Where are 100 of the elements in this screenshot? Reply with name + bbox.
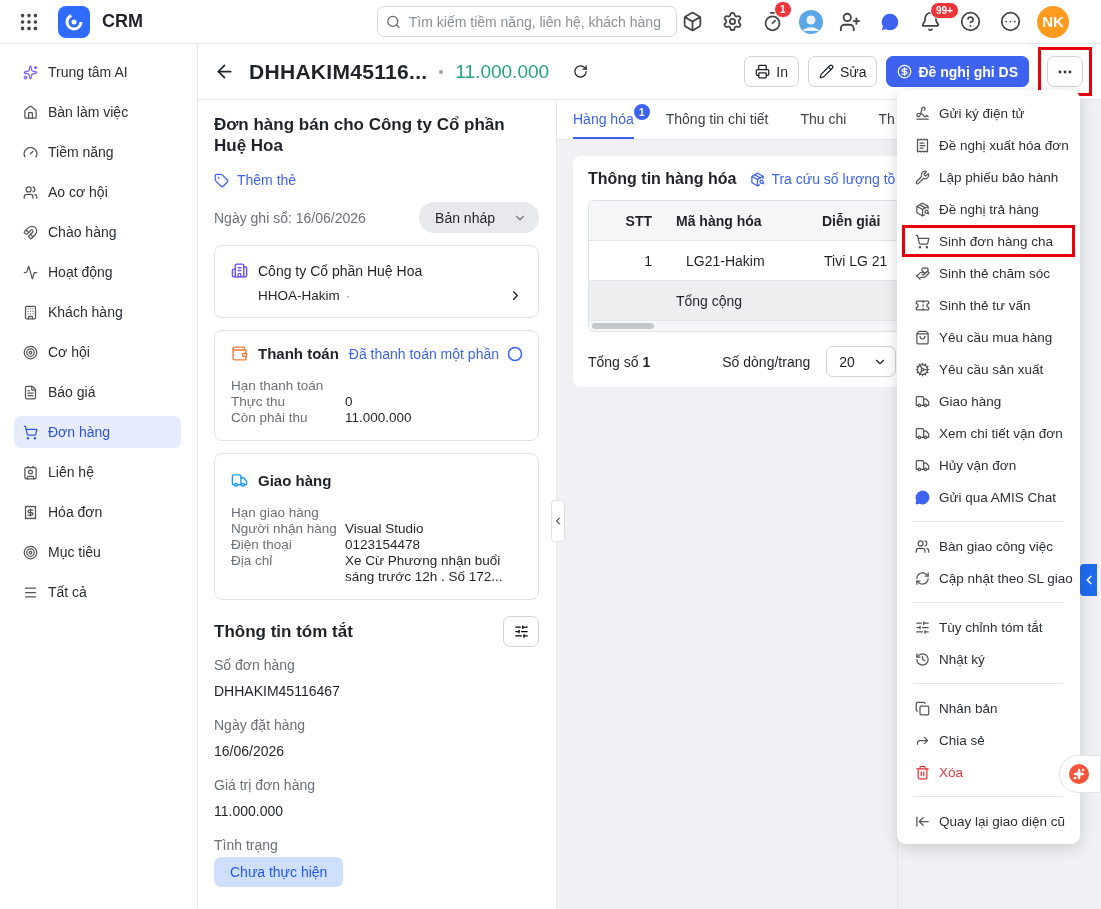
refresh-icon[interactable] [573,64,589,79]
order-heading: Đơn hàng bán cho Công ty Cổ phần Huệ Hoa [214,114,506,156]
field-label: Người nhận hàng [231,521,338,537]
menu-item[interactable]: Sinh thẻ tư vấn [902,289,1044,321]
status-circle-icon [507,345,523,362]
receipt-icon [915,137,930,153]
cog-icon [915,361,930,377]
sidebar-item[interactable]: Báo giá [14,376,181,408]
order-title: DHHAKIM45116... [249,59,428,84]
sparkle-icon [23,64,38,80]
menu-item[interactable]: Hủy vận đơn [902,449,1030,481]
field-label: Số đơn hàng [214,657,296,673]
menu-item[interactable]: Đề nghị trả hàng [902,193,1052,225]
expand-tab[interactable] [1080,564,1097,596]
sidebar-item[interactable]: Hóa đơn [14,496,181,528]
customize-button[interactable] [503,616,539,647]
card-title: Giao hàng [258,472,332,489]
sidebar-item[interactable]: Hoạt động [14,256,181,288]
menu-item[interactable]: Gửi ký điện tử [902,97,1038,129]
package-icon [915,201,930,217]
menu-item[interactable]: Yêu cầu sản xuất [902,353,1057,385]
sidebar-item[interactable]: Ao cơ hội [14,176,181,208]
menu-item[interactable]: Lập phiếu bảo hành [902,161,1072,193]
sidebar-item[interactable]: Đơn hàng [14,416,181,448]
trash-icon [915,764,930,780]
sidebar-item[interactable]: Cơ hội [14,336,181,368]
search-icon [386,13,401,30]
stock-lookup-link[interactable]: Tra cứu số lượng tồ [750,171,896,187]
menu-item[interactable]: Sinh đơn hàng cha [902,225,1075,257]
field-value: 11.000.000 [214,803,285,819]
card-title: Thông tin hàng hóa [588,170,737,188]
menu-item[interactable]: Tùy chỉnh tóm tắt [902,611,1056,643]
menu-item[interactable]: Giao hàng [902,385,1015,417]
target-icon [23,344,38,360]
field-label: Giá trị đơn hàng [214,777,316,793]
wallet-icon [231,345,248,362]
menu-item[interactable]: Cập nhật theo SL giao [902,562,1086,594]
payment-status-link[interactable]: Đã thanh toán một phần [348,345,523,362]
menu-item[interactable]: Sinh thẻ chăm sóc [902,257,1064,289]
sidebar-item[interactable]: Trung tâm AI [14,56,181,88]
tab[interactable]: Thu chi [800,100,847,139]
tab[interactable]: Thông tin chi tiết [665,100,769,139]
field-value: 16/06/2026 [214,743,286,759]
search-field[interactable]: Tìm kiếm tiềm năng, liên hệ, khách hàng [377,6,677,37]
wrench-icon [915,169,930,185]
column-header: Mã hàng hóa [675,212,762,229]
menu-item[interactable]: Xem chi tiết vận đơn [902,417,1076,449]
package-search-icon [750,171,766,187]
sidebar-item[interactable]: Tiềm năng [14,136,181,168]
tab[interactable]: Hàng hóa [573,100,634,139]
customer-card[interactable]: Công ty Cổ phần Huệ Hoa HHOA-Hakim · [214,245,539,318]
menu-item[interactable]: Nhân bản [902,692,1011,724]
order-amount: 11.000.000 [455,60,550,83]
section-title: Thông tin tóm tắt [214,621,353,642]
magnet-icon [23,224,38,240]
page-size-select[interactable]: 20 [826,346,897,377]
total-label: Tổng cộng [675,292,743,309]
menu-item[interactable]: Chia sẻ [902,724,998,756]
menu-item[interactable]: Yêu cầu mua hàng [902,321,1066,353]
sidebar-item[interactable]: Tất cả [14,576,181,608]
menu-icon [23,584,38,600]
truck-icon [915,393,930,409]
receipt-icon [23,504,38,520]
count-badge: 1 [633,104,650,120]
chat-icon [915,489,930,505]
field-value: 0 [345,394,354,410]
menu-item[interactable]: Quay lại giao diện cũ [902,805,1079,837]
edit-button[interactable]: Sửa [807,56,878,87]
total-count: Tổng số 1 [588,353,651,370]
menu-item[interactable]: Xóa [902,756,977,788]
status-dropdown[interactable]: Bản nháp [419,202,539,233]
print-button[interactable]: In [744,56,799,87]
sidebar-item[interactable]: Chào hàng [14,216,181,248]
menu-item[interactable]: Gửi qua AMIS Chat [902,481,1070,513]
cart-icon [915,233,930,249]
card-title: Thanh toán [258,345,339,362]
activity-icon [23,264,38,280]
menu-item[interactable]: Đề nghị xuất hóa đơn [902,129,1082,161]
sliders-icon [915,619,930,635]
sidebar-item[interactable]: Mục tiêu [14,536,181,568]
propose-button[interactable]: Đề nghị ghi DS [886,56,1029,87]
sidebar-item[interactable]: Bàn làm việc [14,96,181,128]
ai-assistant-button[interactable] [1059,755,1101,793]
tab[interactable]: Th [878,100,895,139]
field-label: Hạn thanh toán [231,378,325,394]
collapse-handle[interactable] [551,500,565,542]
field-value: Visual Studio [345,521,425,537]
avatar-icon[interactable] [799,9,823,34]
menu-item[interactable]: Bàn giao công việc [902,530,1067,562]
sparkle-icon [1069,764,1089,784]
tag-icon [214,172,229,188]
field-label: Còn phải thu [231,410,309,426]
users-icon [23,184,38,200]
add-tag-link[interactable]: Thêm thẻ [214,172,539,188]
sidebar-item[interactable]: Liên hệ [14,456,181,488]
copy-icon [915,700,930,716]
refresh-icon [915,570,930,586]
notification-badge: 1 [774,0,792,18]
menu-item[interactable]: Nhật ký [902,643,998,675]
sidebar-item[interactable]: Khách hàng [14,296,181,328]
